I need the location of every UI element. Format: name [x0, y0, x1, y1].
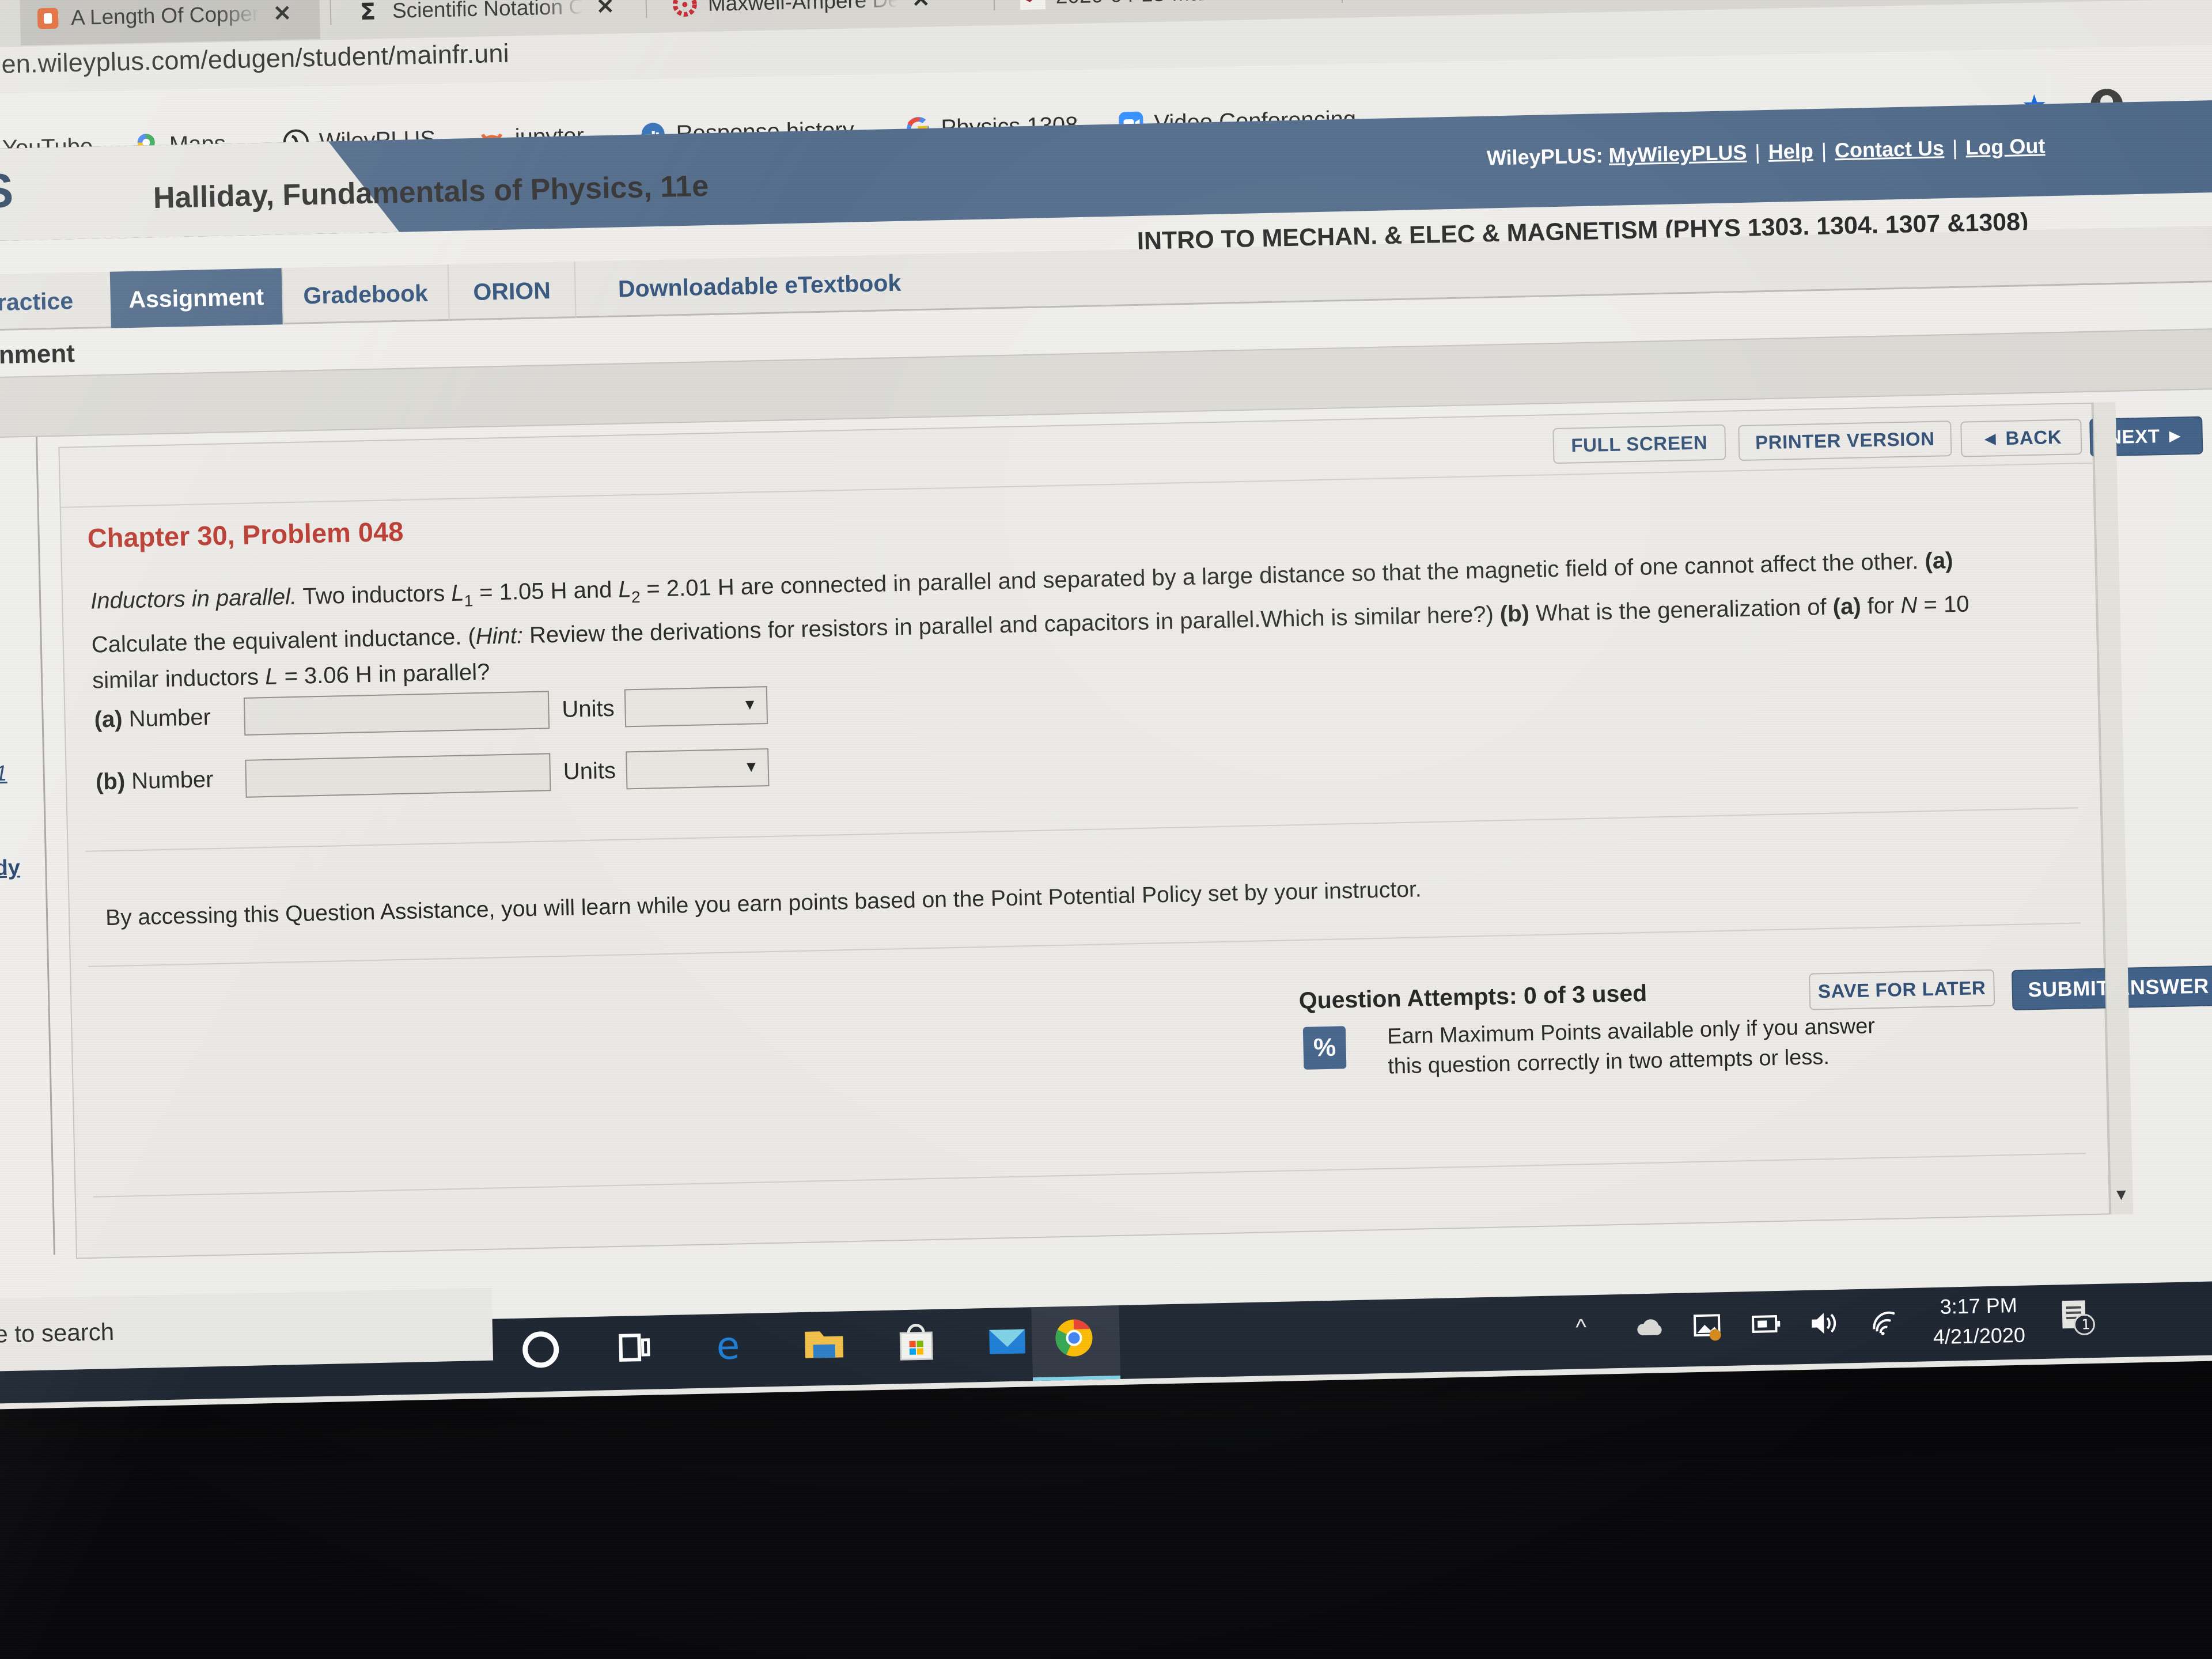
wifi-icon[interactable]	[1868, 1308, 1901, 1342]
nav-tab-gradebook[interactable]: Gradebook	[281, 264, 449, 325]
units-select-b[interactable]	[626, 748, 770, 790]
units-label-a: Units	[561, 695, 615, 722]
svg-text:1: 1	[2081, 1316, 2090, 1332]
sigma-icon: Σ	[356, 0, 382, 25]
tab-title: 2020-04-13-Maxwell	[1055, 0, 1246, 9]
svg-text:Σ: Σ	[359, 0, 376, 24]
mustang-icon	[1020, 0, 1046, 10]
save-for-later-button[interactable]: SAVE FOR LATER	[1808, 969, 1995, 1010]
divider	[93, 1153, 2086, 1198]
taskbar-clock[interactable]: 3:17 PM 4/21/2020	[1932, 1290, 2025, 1352]
file-explorer-icon[interactable]	[799, 1318, 850, 1369]
link-separator: |	[1952, 135, 1958, 160]
question-attempts: Question Attempts: 0 of 3 used	[1298, 979, 1647, 1014]
onedrive-icon[interactable]	[1634, 1313, 1668, 1346]
browser-tab[interactable]: A Length Of Copper ✕	[20, 0, 320, 46]
photo-stage: A Length Of Copper ✕ Σ Scientific Notati…	[0, 0, 2212, 1659]
task-view-icon[interactable]	[609, 1322, 660, 1373]
answer-letter-b: (b)	[95, 768, 126, 794]
answer-label-a: (a) Number	[94, 703, 244, 733]
wileyplus-page: US Halliday, Fundamentals of Physics, 11…	[0, 100, 2212, 1330]
answer-label-b: (b) Number	[96, 766, 246, 795]
svg-text:e: e	[716, 1323, 740, 1368]
browser-tab[interactable]: Σ Scientific Notation C ✕	[341, 0, 630, 39]
nav-tab-assignment[interactable]: Assignment	[109, 268, 283, 328]
close-icon[interactable]: ✕	[592, 0, 615, 20]
canvas-icon	[672, 0, 698, 17]
back-button[interactable]: ◄ BACK	[1960, 419, 2082, 457]
close-icon[interactable]: ✕	[270, 0, 292, 26]
problem-statement: Inductors in parallel. Two inductors L1 …	[90, 548, 1969, 694]
assistance-text: By accessing this Question Assistance, y…	[105, 877, 1422, 931]
assignment-sidebar: CES k n n n n m m m X1 Study	[0, 437, 55, 1256]
clock-time: 3:17 PM	[1940, 1293, 2018, 1319]
sidebar-item-8[interactable]: Study	[0, 855, 20, 881]
nav-tab-etextbook[interactable]: Downloadable eTextbook	[574, 253, 944, 319]
nav-tab-practice[interactable]: & Practice	[0, 272, 102, 332]
svg-text:b: b	[1372, 0, 1389, 2]
search-placeholder: ere to search	[0, 1318, 115, 1349]
microsoft-store-icon[interactable]	[891, 1316, 942, 1367]
percent-badge: %	[1302, 1026, 1347, 1070]
question-card: FULL SCREEN PRINTER VERSION ◄ BACK NEXT …	[58, 402, 2212, 1259]
mail-icon[interactable]	[982, 1314, 1033, 1365]
bartleby-b-icon: b	[1368, 0, 1393, 3]
full-screen-button[interactable]: FULL SCREEN	[1552, 424, 1726, 464]
answer-number-word: Number	[131, 766, 214, 794]
chevron-up-icon[interactable]: ^	[1575, 1315, 1587, 1340]
printer-version-button[interactable]: PRINTER VERSION	[1738, 421, 1952, 461]
orange-square-icon	[35, 6, 61, 32]
units-label-b: Units	[563, 757, 616, 785]
monitor-screen: A Length Of Copper ✕ Σ Scientific Notati…	[0, 0, 2212, 1410]
answer-letter-a: (a)	[94, 706, 123, 733]
photos-icon[interactable]	[1692, 1312, 1726, 1348]
page-title: ssignment	[0, 339, 75, 370]
link-contact-us[interactable]: Contact Us	[1835, 136, 1945, 162]
percent-note: Earn Maximum Points available only if yo…	[1387, 1014, 1876, 1079]
sidebar-item-7[interactable]: m X1	[0, 762, 7, 787]
answer-number-word: Number	[128, 704, 211, 732]
wileyplus-logo: US	[0, 163, 14, 219]
notification-icon[interactable]: 1	[2056, 1296, 2100, 1339]
answer-row-b: (b) Number Units	[95, 748, 770, 801]
nav-tab-orion[interactable]: ORION	[447, 262, 575, 321]
units-select-a[interactable]	[624, 686, 768, 728]
tab-title: Maxwell-Ampere De	[707, 0, 899, 16]
problem-title: Chapter 30, Problem 048	[87, 516, 404, 554]
tab-title: My Questions | bartl	[1403, 0, 1593, 1]
link-help[interactable]: Help	[1768, 139, 1813, 164]
volume-icon[interactable]	[1808, 1309, 1841, 1343]
answer-input-a[interactable]	[243, 691, 550, 736]
link-separator: |	[1821, 138, 1827, 162]
wileyplus-prefix: WileyPLUS:	[1486, 143, 1604, 170]
close-icon[interactable]: ✕	[1256, 0, 1278, 5]
edge-icon[interactable]: e	[706, 1320, 756, 1371]
link-separator: |	[1754, 140, 1761, 164]
link-mywileyplus[interactable]: MyWileyPLUS	[1608, 141, 1747, 167]
chrome-icon[interactable]	[1049, 1313, 1100, 1363]
close-icon[interactable]: ✕	[908, 0, 930, 13]
tab-title: A Length Of Copper	[70, 1, 260, 30]
divider	[85, 807, 2078, 852]
link-log-out[interactable]: Log Out	[1965, 134, 2046, 159]
tab-title: Scientific Notation C	[392, 0, 583, 22]
cortana-icon[interactable]	[516, 1324, 566, 1375]
divider	[88, 922, 2081, 967]
clock-date: 4/21/2020	[1933, 1323, 2026, 1349]
battery-icon[interactable]	[1749, 1310, 1785, 1343]
answer-input-b[interactable]	[245, 753, 551, 798]
scroll-down-icon[interactable]: ▼	[2113, 1185, 2129, 1205]
